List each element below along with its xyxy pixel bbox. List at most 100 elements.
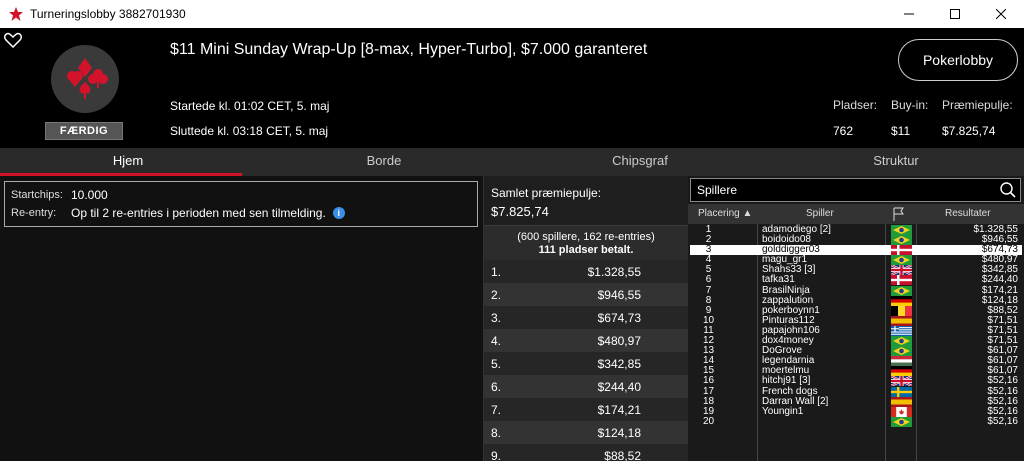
player-row[interactable]: 11 papajohn106 $71,51 — [690, 325, 1022, 336]
players-column-header: Placering ▲ Spiller Resultater — [688, 204, 1024, 224]
reentry-value: Op til 2 re-entries i perioden med sen t… — [71, 206, 326, 220]
player-list: 1 adamodiego [2] $1.328,55 2 boidoido08 $946,… — [690, 225, 1022, 427]
prize-pool-total: $7.825,74 — [491, 204, 549, 219]
player-row[interactable]: 16 hitchj91 [3] $52,16 — [690, 375, 1022, 387]
player-result: $52,16 — [987, 385, 1018, 397]
column-player[interactable]: Spiller — [806, 204, 834, 224]
seats-label: Pladser: — [833, 98, 878, 112]
country-flag-icon — [891, 305, 912, 316]
end-time: Sluttede kl. 03:18 CET, 5. maj — [170, 124, 329, 138]
window-title: Turneringslobby 3882701930 — [30, 7, 186, 21]
prizepool-value: $7.825,74 — [942, 124, 996, 138]
sort-up-icon: ▲ — [742, 208, 753, 219]
country-flag-icon — [891, 406, 912, 417]
prize-amount: $88,52 — [604, 448, 641, 461]
country-flag-icon — [891, 235, 912, 246]
prize-amount: $174,21 — [597, 402, 641, 417]
players-entries-line: (600 spillere, 162 re-entries) — [517, 231, 655, 243]
prize-position: 5. — [491, 356, 502, 371]
window-titlebar: Turneringslobby 3882701930 — [0, 0, 1024, 28]
players-panel: Spillere Placering ▲ Spiller Resultater … — [688, 176, 1024, 461]
player-row[interactable]: 8 zappalution $124,18 — [690, 295, 1022, 306]
buyin-value: $11 — [891, 124, 911, 138]
country-flag-icon — [891, 336, 912, 347]
player-row[interactable]: 2 boidoido08 $946,55 — [690, 235, 1022, 246]
player-row[interactable]: 10 Pinturas112 $71,51 — [690, 315, 1022, 326]
player-row[interactable]: 14 legendarnia $61,07 — [690, 356, 1022, 367]
player-row[interactable]: 6 tafka31 $244,40 — [690, 274, 1022, 286]
search-icon[interactable] — [1000, 182, 1016, 198]
prize-row: 9. $88,52 — [484, 444, 688, 461]
country-flag-icon — [891, 396, 912, 407]
column-place[interactable]: Placering ▲ — [698, 204, 752, 224]
column-country-flag[interactable] — [893, 207, 905, 221]
prize-position: 6. — [491, 379, 502, 394]
column-results[interactable]: Resultater — [945, 204, 991, 224]
player-row[interactable]: 5 Shahs33 [3] $342,85 — [690, 265, 1022, 276]
country-flag-icon — [891, 376, 912, 387]
player-row[interactable]: 20 $52,16 — [690, 415, 1022, 427]
prize-row: 1. $1.328,55 — [484, 260, 688, 283]
player-rank: 16 — [702, 375, 715, 387]
prize-row: 7. $174,21 — [484, 398, 688, 421]
prize-row: 8. $124,18 — [484, 421, 688, 444]
prize-amount: $244,40 — [597, 379, 641, 394]
player-row[interactable]: 19 Youngin1 $52,16 — [690, 406, 1022, 417]
country-flag-icon — [891, 225, 912, 235]
player-row[interactable]: 13 DoGrove $61,07 — [690, 346, 1022, 357]
tab-home[interactable]: Hjem — [0, 148, 256, 176]
tournament-info-box: Startchips: 10.000 Re-entry: Op til 2 re… — [4, 181, 478, 227]
prize-amount: $674,73 — [597, 310, 641, 325]
maximize-button[interactable] — [932, 0, 978, 28]
prize-amount: $946,55 — [597, 287, 641, 302]
seats-value: 762 — [833, 124, 854, 138]
prize-row: 3. $674,73 — [484, 306, 688, 329]
player-row[interactable]: 9 pokerboynn1 $88,52 — [690, 305, 1022, 316]
country-flag-icon — [891, 346, 912, 357]
tab-structure[interactable]: Struktur — [768, 148, 1024, 176]
prize-row: 4. $480,97 — [484, 329, 688, 352]
prize-position: 3. — [491, 310, 502, 325]
player-name: tafka31 — [762, 274, 795, 286]
player-row[interactable]: 15 moertelmu $61,07 — [690, 366, 1022, 377]
prize-row: 5. $342,85 — [484, 352, 688, 375]
prizepool-label: Præmiepulje: — [942, 98, 1013, 112]
close-button[interactable] — [978, 0, 1024, 28]
country-flag-icon — [891, 285, 912, 296]
player-result: $52,16 — [987, 415, 1018, 427]
minimize-icon — [904, 13, 914, 15]
country-flag-icon — [891, 366, 912, 377]
startchips-value: 10.000 — [71, 188, 108, 202]
pokerstars-logo-icon — [9, 7, 23, 21]
country-flag-icon — [891, 295, 912, 306]
status-badge: FÆRDIG — [45, 122, 123, 140]
player-result: $52,16 — [987, 375, 1018, 387]
poker-lobby-button[interactable]: Pokerlobby — [898, 39, 1018, 81]
reentry-label: Re-entry: — [11, 207, 57, 219]
prize-position: 2. — [491, 287, 502, 302]
player-row[interactable]: 18 Darran Wall [2] $52,16 — [690, 396, 1022, 407]
player-row[interactable]: 17 French dogs $52,16 — [690, 385, 1022, 397]
favorite-heart-icon[interactable] — [4, 32, 22, 48]
home-info-panel: Startchips: 10.000 Re-entry: Op til 2 re… — [0, 176, 483, 461]
buyin-label: Buy-in: — [891, 98, 929, 112]
player-row[interactable]: 7 BrasilNinja $174,21 — [690, 285, 1022, 296]
prize-position: 8. — [491, 425, 502, 440]
tournament-header: FÆRDIG $11 Mini Sunday Wrap-Up [8-max, H… — [0, 28, 1024, 148]
minimize-button[interactable] — [886, 0, 932, 28]
prize-position: 7. — [491, 402, 502, 417]
tab-tables[interactable]: Borde — [256, 148, 512, 176]
player-row[interactable]: 3 golddigger03 $674,73 — [690, 245, 1022, 256]
startchips-label: Startchips: — [11, 189, 63, 201]
player-row[interactable]: 1 adamodiego [2] $1.328,55 — [690, 225, 1022, 235]
country-flag-icon — [891, 386, 912, 397]
country-flag-icon — [891, 275, 912, 286]
player-row[interactable]: 4 magu_gr1 $480,97 — [690, 255, 1022, 266]
prize-position: 9. — [491, 448, 502, 461]
player-search-input[interactable]: Spillere — [690, 178, 1021, 202]
prize-pool-panel: Samlet præmiepulje: $7.825,74 (600 spill… — [483, 176, 688, 461]
country-flag-icon — [891, 265, 912, 276]
player-row[interactable]: 12 dox4money $71,51 — [690, 336, 1022, 347]
info-icon[interactable]: i — [332, 207, 345, 219]
tab-chip-graph[interactable]: Chipsgraf — [512, 148, 768, 176]
